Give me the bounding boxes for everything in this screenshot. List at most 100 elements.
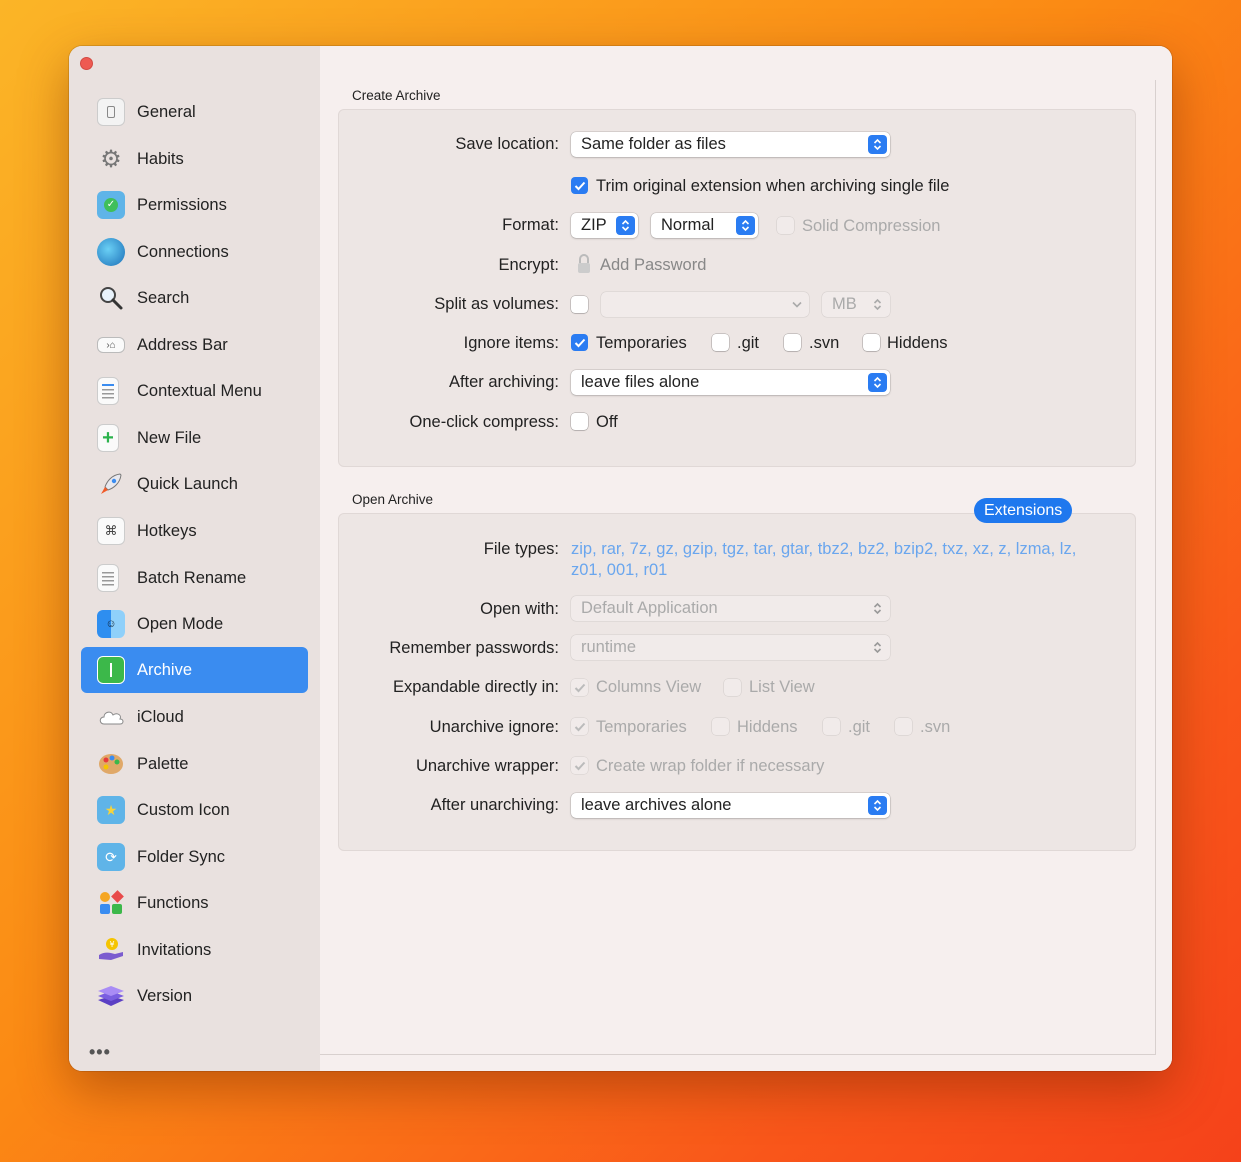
sidebar-item-version[interactable]: Version: [81, 973, 308, 1019]
shapes-icon: [97, 889, 125, 917]
unarchive-ignore-label: Unarchive ignore:: [429, 718, 559, 736]
trim-extension-label: Trim original extension when archiving s…: [596, 177, 950, 195]
split-unit-popup[interactable]: MB: [822, 292, 890, 317]
sidebar-item-permissions[interactable]: ✓ Permissions: [81, 182, 308, 228]
sidebar-item-address-bar[interactable]: ›⌂ Address Bar: [81, 322, 308, 368]
palette-icon: [97, 750, 125, 778]
unarchive-git-checkbox[interactable]: [823, 718, 840, 735]
after-archiving-popup[interactable]: leave files alone: [571, 370, 890, 395]
solid-compression-label: Solid Compression: [802, 217, 941, 235]
ignore-svn-checkbox[interactable]: [784, 334, 801, 351]
bottom-divider: [320, 1054, 1156, 1055]
unarchive-temporaries-checkbox[interactable]: [571, 718, 588, 735]
ignore-hiddens-label: Hiddens: [887, 334, 948, 352]
save-location-value: Same folder as files: [581, 135, 726, 153]
sidebar-item-label: Batch Rename: [137, 568, 247, 587]
sidebar-item-new-file[interactable]: + New File: [81, 415, 308, 461]
save-location-popup[interactable]: Same folder as files: [571, 132, 890, 157]
sidebar-item-general[interactable]: General: [81, 89, 308, 135]
after-archiving-value: leave files alone: [581, 373, 700, 391]
remember-passwords-popup[interactable]: runtime: [571, 635, 890, 660]
extensions-button[interactable]: Extensions: [974, 498, 1073, 523]
open-with-label: Open with:: [480, 600, 559, 618]
remember-passwords-label: Remember passwords:: [389, 639, 559, 657]
ignore-hiddens-checkbox[interactable]: [863, 334, 880, 351]
unarchive-temporaries-label: Temporaries: [596, 718, 687, 736]
add-password-button[interactable]: Add Password: [600, 256, 706, 275]
sidebar-item-icloud[interactable]: iCloud: [81, 694, 308, 740]
sidebar-item-archive[interactable]: Archive: [81, 647, 308, 693]
file-types-label: File types:: [483, 540, 559, 558]
updown-chevron-icon: [868, 135, 887, 154]
sidebar-item-label: Invitations: [137, 940, 212, 959]
updown-chevron-icon: [736, 216, 755, 235]
file-types-list-line2[interactable]: z01, 001, r01: [571, 560, 667, 581]
command-key-icon: ⌘: [97, 517, 125, 545]
sidebar-item-open-mode[interactable]: ☺ Open Mode: [81, 601, 308, 647]
close-window-button[interactable]: [80, 57, 93, 70]
sidebar-item-custom-icon[interactable]: ★ Custom Icon: [81, 787, 308, 833]
more-options-icon[interactable]: •••: [89, 1042, 111, 1063]
sidebar-item-contextual-menu[interactable]: Contextual Menu: [81, 368, 308, 414]
sidebar-item-functions[interactable]: Functions: [81, 880, 308, 926]
list-view-checkbox[interactable]: [724, 679, 741, 696]
lock-icon: [576, 253, 592, 280]
compression-level-popup[interactable]: Normal: [651, 213, 758, 238]
sidebar-item-quick-launch[interactable]: Quick Launch: [81, 461, 308, 507]
one-click-compress-label: One-click compress:: [409, 413, 559, 431]
save-location-label: Save location:: [455, 135, 559, 153]
file-types-list-line1[interactable]: zip, rar, 7z, gz, gzip, tgz, tar, gtar, …: [571, 539, 1076, 560]
unarchive-wrapper-label: Unarchive wrapper:: [415, 757, 559, 775]
sidebar-item-connections[interactable]: Connections: [81, 229, 308, 275]
open-with-value: Default Application: [581, 599, 718, 617]
after-unarchiving-label: After unarchiving:: [430, 796, 559, 814]
sidebar-item-label: Search: [137, 288, 190, 307]
wrap-folder-checkbox[interactable]: [571, 757, 588, 774]
ignore-git-checkbox[interactable]: [712, 334, 729, 351]
wrap-folder-label: Create wrap folder if necessary: [596, 757, 825, 775]
updown-chevron-icon: [868, 796, 887, 815]
unarchive-hiddens-checkbox[interactable]: [712, 718, 729, 735]
create-archive-title: Create Archive: [352, 88, 441, 103]
sidebar-item-label: Version: [137, 986, 193, 1005]
folder-sync-icon: ⟳: [97, 843, 125, 871]
open-archive-title: Open Archive: [352, 492, 434, 507]
sidebar-item-label: Connections: [137, 242, 229, 261]
one-click-compress-checkbox[interactable]: [571, 413, 588, 430]
document-list-icon: [97, 564, 119, 592]
remember-passwords-value: runtime: [581, 638, 637, 656]
split-volumes-label: Split as volumes:: [434, 295, 559, 313]
open-with-popup[interactable]: Default Application: [571, 596, 890, 621]
columns-view-checkbox[interactable]: [571, 679, 588, 696]
ignore-svn-label: .svn: [809, 334, 840, 352]
trim-extension-checkbox[interactable]: [571, 177, 588, 194]
after-unarchiving-value: leave archives alone: [581, 796, 732, 814]
magnifier-icon: [97, 284, 125, 312]
sidebar-item-palette[interactable]: Palette: [81, 741, 308, 787]
updown-chevron-icon: [616, 216, 635, 235]
sidebar-item-hotkeys[interactable]: ⌘ Hotkeys: [81, 508, 308, 554]
cloud-icon: [97, 703, 125, 731]
solid-compression-checkbox[interactable]: [777, 217, 794, 234]
split-size-combo[interactable]: [601, 292, 809, 317]
folder-check-icon: ✓: [97, 191, 125, 219]
sidebar-item-invitations[interactable]: ¥ Invitations: [81, 927, 308, 973]
switch-icon: [97, 98, 125, 126]
ignore-temporaries-checkbox[interactable]: [571, 334, 588, 351]
split-volumes-checkbox[interactable]: [571, 296, 588, 313]
gear-icon: ⚙: [100, 145, 122, 173]
sidebar-item-folder-sync[interactable]: ⟳ Folder Sync: [81, 834, 308, 880]
after-unarchiving-popup[interactable]: leave archives alone: [571, 793, 890, 818]
sidebar-item-habits[interactable]: ⚙ Habits: [81, 136, 308, 182]
svg-text:¥: ¥: [109, 940, 114, 949]
sidebar-item-search[interactable]: Search: [81, 275, 308, 321]
sidebar-item-label: iCloud: [137, 707, 184, 726]
unarchive-svn-checkbox[interactable]: [895, 718, 912, 735]
expandable-label: Expandable directly in:: [392, 678, 559, 696]
columns-view-label: Columns View: [596, 678, 702, 696]
compression-level-value: Normal: [661, 216, 715, 234]
sidebar-item-batch-rename[interactable]: Batch Rename: [81, 555, 308, 601]
finder-icon: ☺: [97, 610, 125, 638]
format-popup[interactable]: ZIP: [571, 213, 638, 238]
sidebar-item-label: Folder Sync: [137, 847, 226, 866]
